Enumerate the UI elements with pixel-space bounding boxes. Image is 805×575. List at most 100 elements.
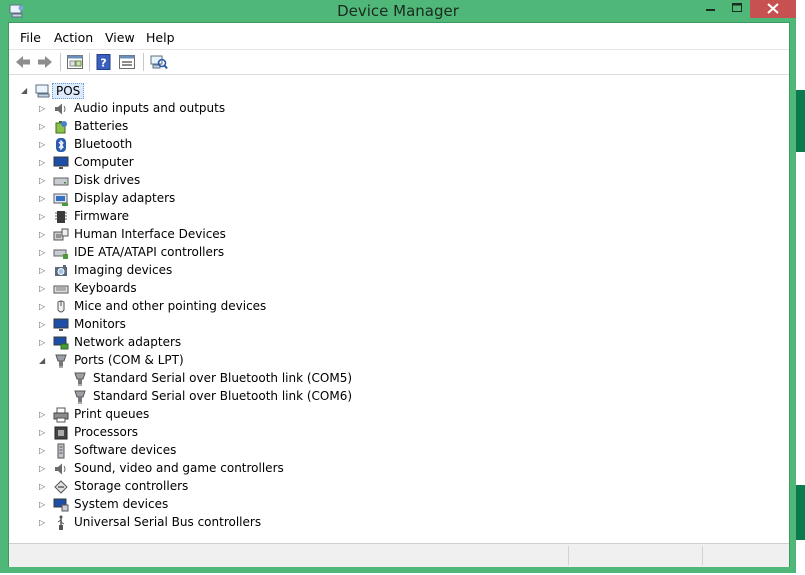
tree-item-label[interactable]: Batteries [74, 119, 128, 133]
tree-category-system-devices[interactable]: ▷ System devices [13, 496, 413, 514]
toolbar: ? [9, 49, 789, 75]
tree-category-imaging-devices[interactable]: ▷ Imaging devices [13, 262, 413, 280]
tree-category-human-interface-devices[interactable]: ▷ Human Interface Devices [13, 226, 413, 244]
keyboard-icon [53, 285, 69, 294]
tree-category-network-adapters[interactable]: ▷ Network adapters [13, 334, 413, 352]
expand-arrow-icon[interactable]: ▷ [39, 337, 48, 348]
expand-arrow-icon[interactable]: ▷ [39, 211, 48, 222]
status-pane [568, 546, 703, 565]
tree-category-print-queues[interactable]: ▷ Print queues [13, 406, 413, 424]
tree-item-label[interactable]: Bluetooth [74, 137, 132, 151]
usb-icon [57, 515, 65, 530]
expand-arrow-icon[interactable]: ▷ [39, 193, 48, 204]
tree-category-batteries[interactable]: ▷ Batteries [13, 118, 413, 136]
tree-root-pos[interactable]: ◢ POS [13, 82, 213, 100]
expand-arrow-icon[interactable]: ▷ [39, 283, 48, 294]
system-devices-icon [53, 498, 69, 512]
title-bar[interactable]: Device Manager [0, 0, 796, 22]
expand-arrow-icon[interactable]: ▷ [39, 517, 48, 528]
expand-arrow-icon[interactable]: ▷ [39, 427, 48, 438]
tree-item-label[interactable]: Processors [74, 425, 138, 439]
forward-arrow-icon[interactable] [36, 54, 54, 70]
tree-item-label[interactable]: Monitors [74, 317, 126, 331]
console-tree-icon[interactable] [118, 54, 136, 70]
tree-item-label[interactable]: Storage controllers [74, 479, 188, 493]
collapse-arrow-icon[interactable]: ◢ [39, 355, 48, 366]
tree-category-firmware[interactable]: ▷ Firmware [13, 208, 413, 226]
toolbar-separator [143, 53, 144, 71]
tree-category-storage-controllers[interactable]: ▷ Storage controllers [13, 478, 413, 496]
expand-arrow-icon[interactable]: ▷ [39, 301, 48, 312]
tree-item-label[interactable]: System devices [74, 497, 168, 511]
tree-category-computer[interactable]: ▷ Computer [13, 154, 413, 172]
expand-arrow-icon[interactable]: ▷ [39, 481, 48, 492]
tree-item-label[interactable]: IDE ATA/ATAPI controllers [74, 245, 224, 259]
tree-item-label[interactable]: Sound, video and game controllers [74, 461, 284, 475]
device-tree[interactable]: ◢ POS ▷ Audio inputs and outputs ▷ Batterie… [13, 77, 789, 543]
expand-arrow-icon[interactable]: ▷ [39, 121, 48, 132]
tree-item-label[interactable]: Firmware [74, 209, 129, 223]
maximize-icon [732, 3, 742, 12]
menu-action[interactable]: Action [54, 30, 93, 45]
tree-category-display-adapters[interactable]: ▷ Display adapters [13, 190, 413, 208]
expand-arrow-icon[interactable]: ▷ [39, 103, 48, 114]
expand-arrow-icon[interactable]: ▷ [39, 409, 48, 420]
tree-item-label[interactable]: Software devices [74, 443, 176, 457]
minimize-button[interactable] [697, 0, 724, 16]
expand-arrow-icon[interactable]: ▷ [39, 175, 48, 186]
tree-category-bluetooth[interactable]: ▷ Bluetooth [13, 136, 413, 154]
tree-category-ports-com-lpt[interactable]: ◢ Ports (COM & LPT) [13, 352, 413, 370]
expand-arrow-icon[interactable]: ▷ [39, 229, 48, 240]
tree-child-standard-serial-over-bluetooth-link-com6[interactable]: Standard Serial over Bluetooth link (COM… [13, 388, 413, 406]
menu-help[interactable]: Help [146, 30, 175, 45]
expand-arrow-icon[interactable]: ▷ [39, 247, 48, 258]
expand-arrow-icon[interactable]: ▷ [39, 445, 48, 456]
tree-item-label[interactable]: Computer [74, 155, 134, 169]
tree-item-label[interactable]: Network adapters [74, 335, 181, 349]
menu-file[interactable]: File [20, 30, 41, 45]
tree-child-standard-serial-over-bluetooth-link-com5[interactable]: Standard Serial over Bluetooth link (COM… [13, 370, 413, 388]
expand-arrow-icon[interactable]: ▷ [39, 139, 48, 150]
tree-item-label[interactable]: Display adapters [74, 191, 175, 205]
close-icon [767, 3, 779, 14]
tree-category-mice-and-other-pointing-devices[interactable]: ▷ Mice and other pointing devices [13, 298, 413, 316]
back-arrow-icon[interactable] [14, 54, 32, 70]
disk-drive-icon [53, 177, 69, 186]
expand-arrow-icon[interactable]: ▷ [39, 157, 48, 168]
tree-item-label[interactable]: Keyboards [74, 281, 137, 295]
tree-category-sound-video-and-game-controllers[interactable]: ▷ Sound, video and game controllers [13, 460, 413, 478]
tree-category-monitors[interactable]: ▷ Monitors [13, 316, 413, 334]
hid-icon [53, 228, 69, 241]
menu-view[interactable]: View [105, 30, 135, 45]
tree-item-label[interactable]: Disk drives [74, 173, 140, 187]
display-adapter-icon [53, 193, 68, 206]
scan-hardware-icon[interactable] [150, 54, 168, 70]
tree-item-label[interactable]: Mice and other pointing devices [74, 299, 266, 313]
help-icon[interactable]: ? [95, 54, 113, 70]
tree-category-audio-inputs-and-outputs[interactable]: ▷ Audio inputs and outputs [13, 100, 413, 118]
tree-category-software-devices[interactable]: ▷ Software devices [13, 442, 413, 460]
expand-arrow-icon[interactable]: ▷ [39, 319, 48, 330]
tree-root-label[interactable]: POS [52, 83, 85, 99]
tree-category-ide-ata-atapi-controllers[interactable]: ▷ IDE ATA/ATAPI controllers [13, 244, 413, 262]
tree-category-keyboards[interactable]: ▷ Keyboards [13, 280, 413, 298]
tree-category-processors[interactable]: ▷ Processors [13, 424, 413, 442]
expand-arrow-icon[interactable]: ▷ [39, 265, 48, 276]
tree-item-label[interactable]: Ports (COM & LPT) [74, 353, 184, 367]
tree-category-universal-serial-bus-controllers[interactable]: ▷ Universal Serial Bus controllers [13, 514, 413, 532]
properties-icon[interactable] [66, 54, 84, 70]
collapse-arrow-icon[interactable]: ◢ [21, 85, 30, 96]
tree-item-label[interactable]: Standard Serial over Bluetooth link (COM… [93, 389, 352, 403]
tree-item-label[interactable]: Audio inputs and outputs [74, 101, 225, 115]
tree-category-disk-drives[interactable]: ▷ Disk drives [13, 172, 413, 190]
tree-item-label[interactable]: Standard Serial over Bluetooth link (COM… [93, 371, 352, 385]
tree-item-label[interactable]: Human Interface Devices [74, 227, 226, 241]
serial-port-icon [74, 390, 86, 404]
tree-item-label[interactable]: Universal Serial Bus controllers [74, 515, 261, 529]
maximize-button[interactable] [724, 0, 750, 16]
expand-arrow-icon[interactable]: ▷ [39, 463, 48, 474]
tree-item-label[interactable]: Print queues [74, 407, 149, 421]
tree-item-label[interactable]: Imaging devices [74, 263, 172, 277]
close-button[interactable] [750, 0, 796, 18]
expand-arrow-icon[interactable]: ▷ [39, 499, 48, 510]
